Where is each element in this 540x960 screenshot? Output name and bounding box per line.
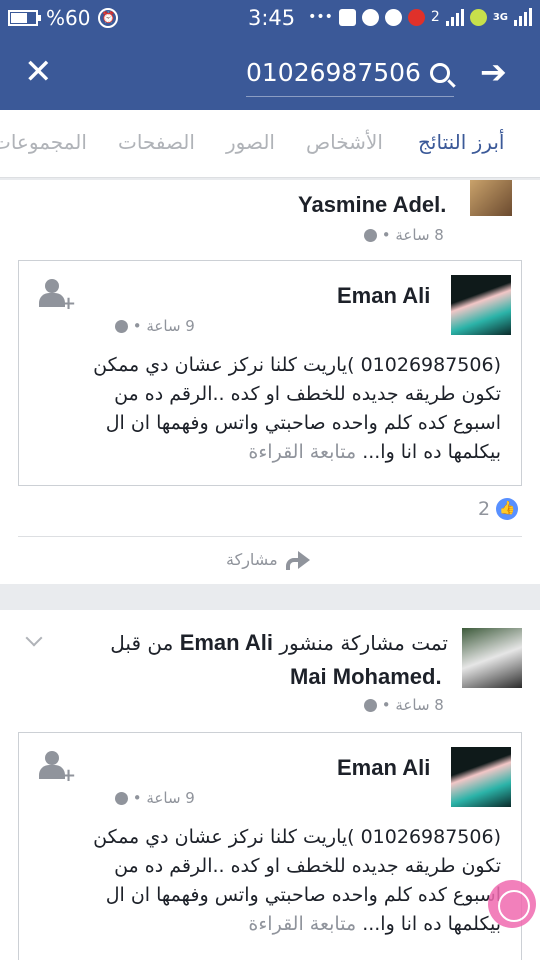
like-icon: 👍 — [496, 498, 519, 520]
post-body: (01026987506 )ياريت كلنا نركز عشان دي مم… — [45, 351, 501, 467]
battery-level: %60 — [46, 6, 91, 30]
likes-count: 2 — [478, 498, 491, 520]
watermark-logo — [488, 880, 536, 928]
tab-groups[interactable]: المجموعات — [0, 130, 87, 154]
arrow-right-icon[interactable]: ➔ — [480, 52, 507, 92]
post-meta: 8 ساعة • — [364, 696, 444, 714]
shared-author[interactable]: Eman Ali — [337, 283, 430, 309]
post-time[interactable]: 8 ساعة — [395, 226, 443, 244]
add-friend-icon[interactable]: + — [39, 279, 76, 313]
post-author-name[interactable]: Yasmine Adel — [298, 192, 440, 217]
globe-icon — [364, 229, 377, 242]
search-icon[interactable] — [430, 63, 450, 83]
more-dots-icon: ••• — [308, 9, 333, 25]
messenger-icon — [384, 8, 402, 26]
post-last-line: بيكلمها ده انا وا... — [362, 913, 501, 935]
see-more-link[interactable]: متابعة القراءة — [248, 913, 356, 935]
result-card: تمت مشاركة منشور Eman Ali من قبل Mai Moh… — [0, 610, 540, 960]
post-last-line: بيكلمها ده انا وا... — [362, 441, 501, 463]
shared-post[interactable]: + Eman Ali 9 ساعة • (01026987506 )ياريت … — [18, 732, 522, 960]
post-author[interactable]: Yasmine Adel. — [298, 192, 446, 218]
result-card: Yasmine Adel. 8 ساعة • + Eman Ali 9 ساعة… — [0, 180, 540, 584]
divider — [18, 536, 522, 537]
sim-slot-label: 2 — [430, 9, 440, 25]
search-input[interactable]: 01026987506 — [246, 58, 421, 87]
tab-pages[interactable]: الصفحات — [118, 130, 195, 154]
share-label: مشاركة — [226, 550, 278, 569]
post-line: بيكلمها ده انا وا... متابعة القراءة — [45, 910, 501, 939]
share-header: تمت مشاركة منشور Eman Ali من قبل — [110, 630, 448, 656]
battery-icon — [8, 10, 41, 26]
post-body: (01026987506 )ياريت كلنا نركز عشان دي مم… — [45, 823, 501, 939]
share-arrow-icon — [285, 550, 310, 570]
post-author[interactable]: Mai Mohamed. — [290, 664, 442, 690]
share-button[interactable]: مشاركة — [226, 550, 310, 570]
signal-icon-2 — [514, 8, 532, 26]
shared-time[interactable]: 9 ساعة — [146, 789, 194, 807]
alarm-icon: ⏰ — [98, 8, 119, 28]
tab-people[interactable]: الأشخاص — [306, 130, 383, 154]
vodafone-icon — [407, 8, 425, 26]
tab-photos[interactable]: الصور — [226, 130, 275, 154]
globe-icon — [364, 699, 377, 712]
post-line: (01026987506 )ياريت كلنا نركز عشان دي مم… — [93, 826, 501, 848]
post-line: بيكلمها ده انا وا... متابعة القراءة — [45, 438, 501, 467]
avatar[interactable] — [451, 275, 511, 335]
clock: 3:45 — [248, 6, 296, 30]
globe-icon — [115, 320, 128, 333]
likes-summary[interactable]: 2 👍 — [478, 498, 519, 520]
avatar[interactable] — [470, 180, 512, 216]
shared-time[interactable]: 9 ساعة — [146, 317, 194, 335]
shared-author[interactable]: Eman Ali — [337, 755, 430, 781]
post-time[interactable]: 8 ساعة — [395, 696, 443, 714]
shared-label: تمت مشاركة منشور — [279, 631, 448, 655]
post-line: تكون طريقه جديده للخطف او كده ..الرقم ده… — [114, 383, 501, 405]
chrome-icon — [361, 8, 379, 26]
see-more-link[interactable]: متابعة القراءة — [248, 441, 356, 463]
results-tabs: أبرز النتائج الأشخاص الصور الصفحات المجم… — [0, 110, 540, 178]
search-header: ✕ 01026987506 ➔ — [0, 38, 540, 110]
status-left: %60 ⏰ — [8, 6, 119, 30]
avatar[interactable] — [451, 747, 511, 807]
post-line: تكون طريقه جديده للخطف او كده ..الرقم ده… — [114, 855, 501, 877]
tab-top-results[interactable]: أبرز النتائج — [418, 130, 504, 154]
signal-icon — [445, 8, 464, 26]
network-type: 3G — [492, 11, 508, 23]
status-bar: %60 ⏰ 3:45 ••• 2 3G — [0, 0, 540, 38]
search-underline — [246, 96, 454, 97]
status-right: ••• 2 3G — [308, 8, 532, 26]
post-line: (01026987506 )ياريت كلنا نركز عشان دي مم… — [93, 354, 501, 376]
shared-post[interactable]: + Eman Ali 9 ساعة • (01026987506 )ياريت … — [18, 260, 522, 486]
shared-meta: 9 ساعة • — [115, 789, 195, 807]
etisalat-icon — [469, 8, 487, 26]
post-author-name[interactable]: Mai Mohamed — [290, 664, 435, 689]
add-friend-icon[interactable]: + — [39, 751, 76, 785]
close-icon[interactable]: ✕ — [24, 52, 53, 92]
post-line: اسبوع كده كلم واحده صاحبتي واتس وفهمها ا… — [105, 884, 501, 906]
chevron-down-icon[interactable] — [25, 629, 43, 647]
globe-icon — [115, 792, 128, 805]
by-label: من قبل — [110, 631, 174, 655]
avatar[interactable] — [462, 628, 522, 688]
shared-meta: 9 ساعة • — [115, 317, 195, 335]
sim-card-icon — [338, 8, 356, 26]
post-meta: 8 ساعة • — [364, 226, 444, 244]
post-line: اسبوع كده كلم واحده صاحبتي واتس وفهمها ا… — [105, 412, 501, 434]
original-author[interactable]: Eman Ali — [180, 630, 273, 655]
